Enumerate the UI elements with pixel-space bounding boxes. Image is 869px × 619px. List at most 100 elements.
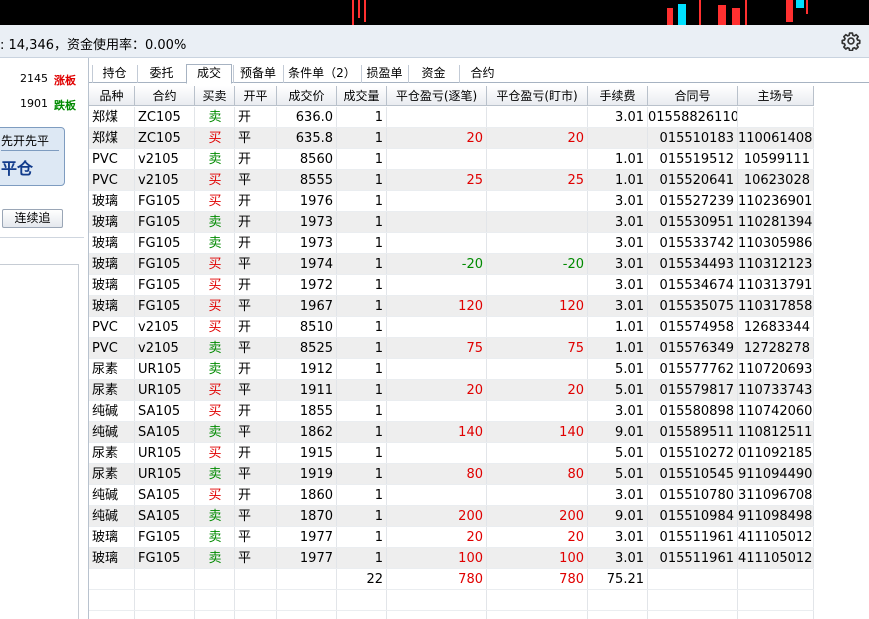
- table-row[interactable]: 尿素 UR105 卖 开 1912 1 5.01 015577762 1107206936: [89, 359, 814, 380]
- contract-cell: FG105: [138, 530, 181, 545]
- tab-conditional-orders[interactable]: 条件单（2）: [283, 65, 360, 83]
- table-row[interactable]: 纯碱 SA105 卖 平 1870 1 200 200 9.01 015510984 9110984…: [89, 506, 814, 527]
- contract-cell: UR105: [138, 467, 182, 482]
- exchange-no-cell: 91109849814: [738, 509, 814, 524]
- volume-cell: 1: [374, 341, 383, 356]
- table-row[interactable]: 玻璃 FG105 买 开 1972 1 3.01 015534674 1103137910: [89, 275, 814, 296]
- grid-line: [89, 127, 814, 128]
- col-open-close[interactable]: 开平: [235, 86, 277, 106]
- pnl-close-cell: 75: [466, 341, 483, 356]
- open-close-cell: 平: [238, 341, 252, 356]
- table-row[interactable]: 玻璃 FG105 买 开 1976 1 3.01 015527239 1102369013: [89, 191, 814, 212]
- tab-contracts[interactable]: 合约: [459, 65, 505, 83]
- pnl-mark-cell: [487, 149, 588, 170]
- tab-positions[interactable]: 持仓: [92, 65, 136, 83]
- table-row[interactable]: 玻璃 FG105 卖 开 1973 1 3.01 015530951 1102813948: [89, 212, 814, 233]
- side-cell: 买: [208, 278, 222, 293]
- contract-no-cell: 015520641: [659, 173, 734, 188]
- tab-prep-orders[interactable]: 预备单: [233, 65, 282, 83]
- gear-icon[interactable]: [841, 31, 861, 51]
- table-row[interactable]: 郑煤 ZC105 买 平 635.8 1 20 20 015510183 1100614083: [89, 128, 814, 149]
- side-cell: 卖: [208, 509, 222, 524]
- pnl-mark-cell: -20: [562, 257, 584, 272]
- contract-no-cell: 015534674: [659, 278, 734, 293]
- exchange-no-cell: 12683344: [743, 320, 810, 335]
- fee-cell: 3.01: [615, 236, 644, 251]
- table-row[interactable]: PVC v2105 买 开 8510 1 1.01 015574958 12683344: [89, 317, 814, 338]
- col-volume[interactable]: 成交量: [337, 86, 387, 106]
- continuous-chase-button[interactable]: 连续追: [2, 209, 63, 228]
- col-fee[interactable]: 手续费: [588, 86, 648, 106]
- table-row[interactable]: 纯碱 SA105 卖 平 1862 1 140 140 9.01 015589511 1108125…: [89, 422, 814, 443]
- volume-cell: 1: [374, 173, 383, 188]
- chart-candle: [364, 0, 366, 22]
- col-contract[interactable]: 合约: [135, 86, 195, 106]
- col-exchange-no[interactable]: 主场号: [738, 86, 814, 106]
- table-row[interactable]: 尿素 UR105 卖 平 1919 1 80 80 5.01 015510545 911094490…: [89, 464, 814, 485]
- col-product[interactable]: 品种: [89, 86, 135, 106]
- tab-orders[interactable]: 委托: [137, 65, 185, 83]
- table-row[interactable]: 纯碱 SA105 买 开 1855 1 3.01 015580898 1107420609: [89, 401, 814, 422]
- product-cell: 玻璃: [92, 278, 119, 293]
- exchange-no-cell: 91109449055: [738, 467, 814, 482]
- contract-no-cell: 015588261100425168: [648, 110, 738, 125]
- col-pnl-mark[interactable]: 平仓盈亏(盯市): [487, 86, 588, 106]
- side-cell: 卖: [208, 341, 222, 356]
- table-row[interactable]: 尿素 UR105 买 平 1911 1 20 20 5.01 015579817 110733743…: [89, 380, 814, 401]
- price-cell: 1915: [299, 446, 333, 461]
- pnl-mark-cell: [487, 233, 588, 254]
- table-row[interactable]: 玻璃 FG105 买 平 1967 1 120 120 3.01 015535075 1103178…: [89, 296, 814, 317]
- volume-cell: 1: [374, 131, 383, 146]
- contract-cell: v2105: [138, 152, 179, 167]
- fee-cell: 5.01: [615, 383, 644, 398]
- close-position-button[interactable]: 先开先平 平仓: [0, 127, 65, 186]
- grid-line: [89, 232, 814, 233]
- chart-candle: [699, 0, 701, 25]
- exchange-no-cell: 31109670829: [738, 488, 814, 503]
- table-row[interactable]: 纯碱 SA105 买 开 1860 1 3.01 015510780 31109670829: [89, 485, 814, 506]
- product-cell: 郑煤: [92, 131, 119, 146]
- grid-line: [234, 107, 235, 619]
- contract-cell: FG105: [138, 551, 181, 566]
- contract-no-cell: 015511961: [659, 530, 734, 545]
- side-cell: 买: [208, 446, 222, 461]
- table-row[interactable]: PVC v2105 买 平 8555 1 25 25 1.01 015520641 10623028: [89, 170, 814, 191]
- tab-funds[interactable]: 资金: [408, 65, 458, 83]
- pnl-mark-cell: 20: [567, 131, 584, 146]
- col-price[interactable]: 成交价: [277, 86, 337, 106]
- contract-cell: SA105: [138, 488, 181, 503]
- trades-table: 品种 合约 买卖 开平 成交价 成交量 平仓盈亏(逐笔) 平仓盈亏(盯市) 手续费 合同号 主场号 …: [89, 84, 869, 619]
- col-contract-no[interactable]: 合同号: [648, 86, 738, 106]
- grid-line: [89, 337, 814, 338]
- volume-cell: 1: [374, 278, 383, 293]
- contract-cell: FG105: [138, 299, 181, 314]
- table-row[interactable]: PVC v2105 卖 平 8525 1 75 75 1.01 015576349 12728278: [89, 338, 814, 359]
- table-row[interactable]: 玻璃 FG105 买 平 1974 1 -20 -20 3.01 015534493 1103121…: [89, 254, 814, 275]
- grid-line: [134, 107, 135, 619]
- table-row[interactable]: 玻璃 FG105 卖 开 1973 1 3.01 015533742 1103059867: [89, 233, 814, 254]
- contract-cell: ZC105: [138, 131, 181, 146]
- product-cell: 尿素: [92, 383, 119, 398]
- table-row[interactable]: PVC v2105 卖 开 8560 1 1.01 015519512 10599111: [89, 149, 814, 170]
- fee-cell: 3.01: [615, 215, 644, 230]
- close-position-label: 平仓: [1, 159, 34, 178]
- pnl-close-cell: [387, 485, 487, 506]
- table-row[interactable]: 玻璃 FG105 卖 平 1977 1 20 20 3.01 015511961 411105012…: [89, 527, 814, 548]
- grid-line: [89, 547, 814, 548]
- table-row[interactable]: 玻璃 FG105 卖 平 1977 1 100 100 3.01 015511961 4111050…: [89, 548, 814, 569]
- limit-up-label: 涨板: [54, 74, 76, 87]
- fee-cell: 1.01: [615, 152, 644, 167]
- pnl-close-cell: [387, 401, 487, 422]
- tab-stop-orders[interactable]: 损盈单: [361, 65, 407, 83]
- pnl-mark-cell: 140: [559, 425, 584, 440]
- tab-trades[interactable]: 成交: [186, 64, 232, 84]
- exchange-no-cell: 1107420609: [738, 404, 814, 419]
- table-row[interactable]: 尿素 UR105 买 开 1915 1 5.01 015510272 01109218584: [89, 443, 814, 464]
- col-pnl-close[interactable]: 平仓盈亏(逐笔): [387, 86, 487, 106]
- pnl-mark-cell: [487, 317, 588, 338]
- col-side[interactable]: 买卖: [195, 86, 235, 106]
- table-row[interactable]: 郑煤 ZC105 卖 开 636.0 1 3.01 015588261100425168: [89, 107, 814, 128]
- price-cell: 8510: [299, 320, 333, 335]
- pnl-close-cell: [387, 443, 487, 464]
- contract-no-cell: 015533742: [659, 236, 734, 251]
